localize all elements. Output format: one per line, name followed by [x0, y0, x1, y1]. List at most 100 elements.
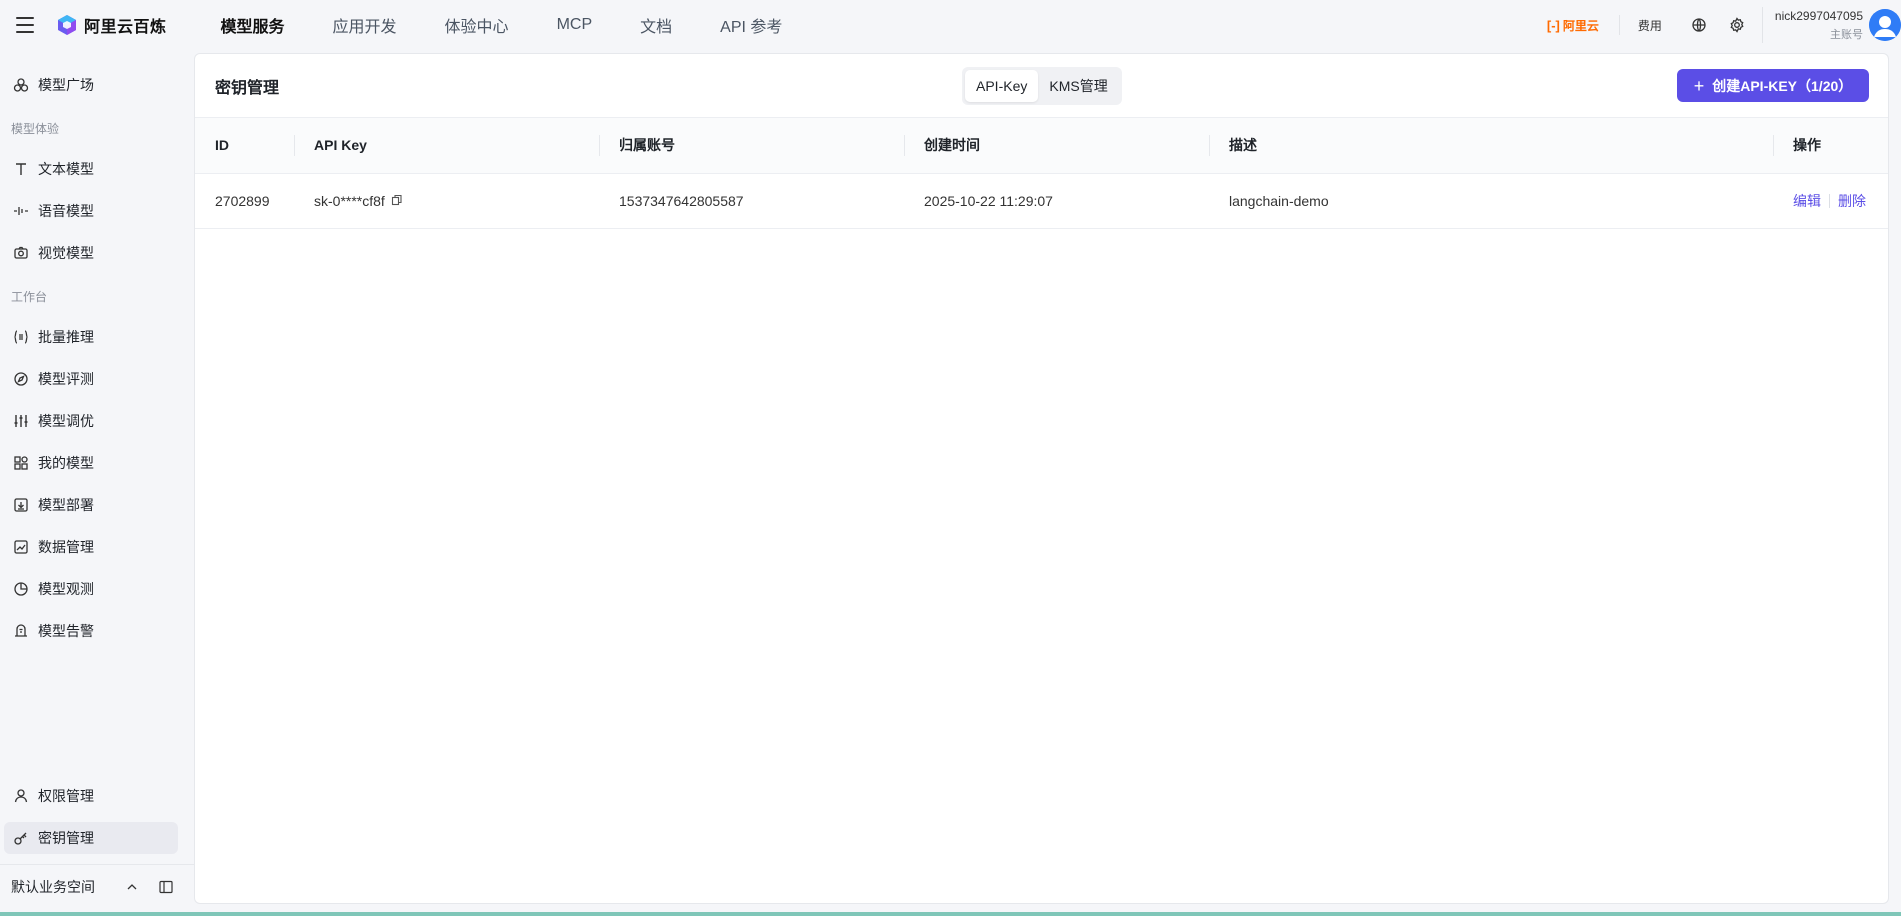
sidebar-item-key-management[interactable]: 密钥管理 [4, 822, 178, 854]
create-api-key-label: 创建API-KEY（1/20） [1712, 77, 1853, 94]
user-role: 主账号 [1830, 28, 1863, 41]
sidebar-item-model-deploy[interactable]: 模型部署 [4, 489, 178, 521]
cell-account: 1537347642805587 [619, 192, 744, 209]
bailian-logo-icon [58, 15, 76, 35]
sidebar-item-label: 语音模型 [38, 203, 94, 219]
action-divider [1829, 193, 1830, 208]
col-actions-label: 操作 [1793, 137, 1821, 154]
sidebar-item-permissions[interactable]: 权限管理 [4, 780, 178, 812]
sidebar-item-text-model[interactable]: 文本模型 [4, 153, 178, 185]
sidebar-item-data-management[interactable]: 数据管理 [4, 531, 178, 563]
sidebar-item-label: 文本模型 [38, 161, 94, 177]
sidebar-item-label: 视觉模型 [38, 245, 94, 261]
chevron-up-icon[interactable] [122, 877, 142, 897]
key-icon [12, 829, 30, 847]
sidebar-item-label: 密钥管理 [38, 830, 94, 846]
col-account-label: 归属账号 [619, 137, 675, 154]
camera-icon [12, 244, 30, 262]
sidebar-toggle-icon[interactable] [156, 877, 176, 897]
brand[interactable]: 阿里云百炼 [56, 13, 167, 37]
col-created-label: 创建时间 [924, 137, 980, 154]
sidebar-item-label: 批量推理 [38, 329, 94, 345]
sidebar-item-label: 权限管理 [38, 788, 94, 804]
sliders-icon [12, 412, 30, 430]
cell-description: langchain-demo [1229, 192, 1329, 209]
sidebar-item-label: 模型评测 [38, 371, 94, 387]
user-menu[interactable]: nick2997047095 主账号 [1761, 7, 1901, 43]
api-key-value: sk-0****cf8f [314, 192, 385, 209]
create-api-key-button[interactable]: + 创建API-KEY（1/20） [1677, 69, 1869, 102]
sidebar-item-label: 模型观测 [38, 581, 94, 597]
nav-docs[interactable]: 文档 [616, 13, 696, 37]
batch-icon [12, 328, 30, 346]
sidebar-item-label: 模型告警 [38, 623, 94, 639]
aliyun-bracket-icon: [-] [1546, 17, 1560, 33]
nav-api-reference[interactable]: API 参考 [696, 13, 806, 37]
aliyun-logo-text: 阿里云 [1562, 18, 1599, 33]
copy-icon[interactable] [391, 194, 405, 208]
workspace-switcher: 默认业务空间 [0, 864, 194, 908]
sidebar-item-model-square[interactable]: 模型广场 [4, 69, 178, 101]
col-created: 创建时间 [904, 118, 1209, 173]
nav-experience-center[interactable]: 体验中心 [421, 13, 533, 37]
sidebar-item-label: 模型部署 [38, 497, 94, 513]
col-description: 描述 [1209, 118, 1773, 173]
model-square-icon [12, 76, 30, 94]
edit-link[interactable]: 编辑 [1793, 191, 1821, 211]
col-api-key-label: API Key [314, 137, 367, 154]
sidebar-item-vision-model[interactable]: 视觉模型 [4, 237, 178, 269]
sidebar-item-audio-model[interactable]: 语音模型 [4, 195, 178, 227]
text-icon [12, 160, 30, 178]
top-right-tools: [-] 阿里云 费用 nick2997047095 主账号 [1527, 0, 1901, 50]
sidebar-item-model-eval[interactable]: 模型评测 [4, 363, 178, 395]
delete-link[interactable]: 删除 [1838, 191, 1866, 211]
settings-icon[interactable] [1718, 0, 1756, 50]
cell-id: 2702899 [215, 192, 270, 209]
avatar[interactable] [1869, 9, 1901, 41]
user-icon [12, 787, 30, 805]
page-title: 密钥管理 [215, 79, 280, 97]
sidebar-item-label: 我的模型 [38, 455, 94, 471]
table-row: 2702899 sk-0****cf8f 1537347642805587 20… [195, 173, 1888, 228]
cell-created: 2025-10-22 11:29:07 [924, 192, 1053, 209]
plus-icon: + [1693, 75, 1705, 96]
bell-icon [12, 622, 30, 640]
col-actions: 操作 [1773, 118, 1888, 173]
grid-icon [12, 454, 30, 472]
audio-wave-icon [12, 202, 30, 220]
brand-name: 阿里云百炼 [84, 19, 167, 36]
sidebar-item-my-models[interactable]: 我的模型 [4, 447, 178, 479]
pie-icon [12, 580, 30, 598]
nav-app-dev[interactable]: 应用开发 [309, 13, 421, 37]
sidebar-item-model-alert[interactable]: 模型告警 [4, 615, 178, 647]
menu-icon[interactable] [0, 0, 50, 50]
sidebar-item-label: 数据管理 [38, 539, 94, 555]
sidebar-item-model-observe[interactable]: 模型观测 [4, 573, 178, 605]
sidebar: 模型广场 模型体验 文本模型 语音模型 视觉模型 工作台 批量推理 模型评测 模… [0, 50, 194, 912]
deploy-icon [12, 496, 30, 514]
aliyun-logo[interactable]: [-] 阿里云 [1527, 15, 1620, 35]
main-panel: 密钥管理 API-Key KMS管理 + 创建API-KEY（1/20） ID … [194, 53, 1889, 904]
fee-link[interactable]: 费用 [1620, 17, 1680, 34]
tab-api-key[interactable]: API-Key [965, 70, 1039, 102]
workspace-name[interactable]: 默认业务空间 [11, 877, 95, 897]
chart-icon [12, 538, 30, 556]
cell-api-key: sk-0****cf8f [294, 173, 599, 228]
col-id: ID [215, 137, 229, 154]
cell-actions: 编辑 删除 [1773, 173, 1888, 228]
col-api-key: API Key [294, 118, 599, 173]
top-bar: 阿里云百炼 模型服务 应用开发 体验中心 MCP 文档 API 参考 [-] 阿… [0, 0, 1901, 50]
col-description-label: 描述 [1229, 137, 1257, 154]
nav-model-service[interactable]: 模型服务 [197, 13, 309, 37]
tab-kms[interactable]: KMS管理 [1038, 70, 1118, 102]
sidebar-item-model-tuning[interactable]: 模型调优 [4, 405, 178, 437]
top-nav: 模型服务 应用开发 体验中心 MCP 文档 API 参考 [197, 13, 807, 37]
key-type-tabs: API-Key KMS管理 [962, 67, 1122, 105]
nav-mcp[interactable]: MCP [533, 16, 617, 34]
col-account: 归属账号 [599, 118, 904, 173]
globe-icon[interactable] [1680, 0, 1718, 50]
user-info: nick2997047095 主账号 [1775, 9, 1863, 42]
table-header-row: ID API Key 归属账号 创建时间 描述 操作 [195, 118, 1888, 173]
sidebar-item-label: 模型广场 [38, 77, 94, 93]
sidebar-item-batch-inference[interactable]: 批量推理 [4, 321, 178, 353]
